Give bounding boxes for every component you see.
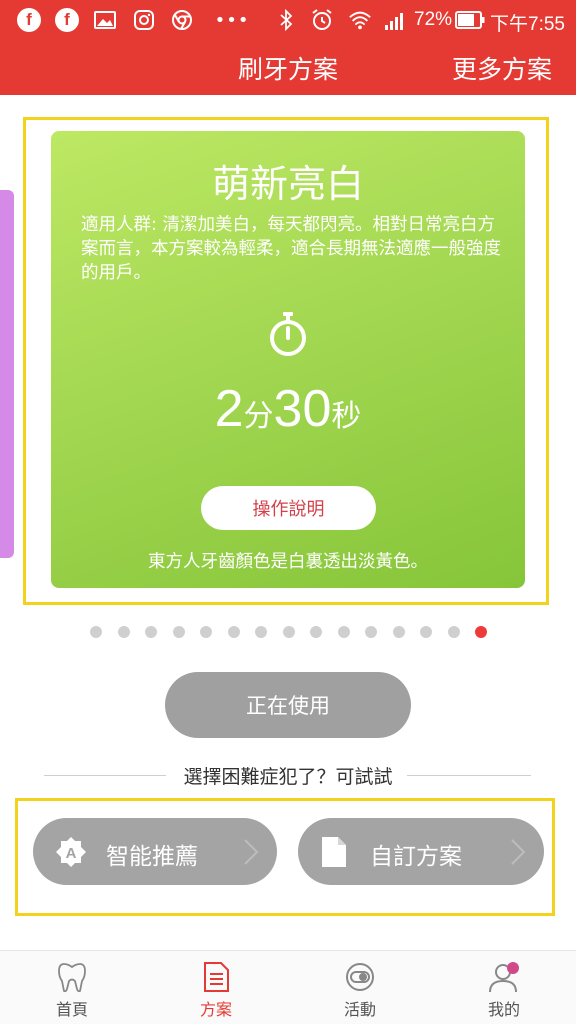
bottom-tab-bar: 首頁 方案 活動 我的 bbox=[0, 950, 576, 1024]
tab-home-label: 首頁 bbox=[55, 1000, 88, 1019]
instructions-button[interactable]: 操作說明 bbox=[201, 486, 376, 530]
plan-doc-icon bbox=[204, 962, 229, 992]
smart-badge-icon: A bbox=[55, 836, 87, 868]
instagram-icon bbox=[132, 8, 156, 32]
plan-title: 萌新亮白 bbox=[211, 162, 364, 206]
in-use-button[interactable]: 正在使用 bbox=[165, 672, 411, 738]
pager-dot[interactable] bbox=[90, 626, 102, 638]
plan-description: 適用人群: 清潔加美白，每天都閃亮。相對日常亮白方案而言，本方案較為輕柔，適合長… bbox=[81, 215, 501, 283]
plan-card[interactable]: 萌新亮白 適用人群: 清潔加美白，每天都閃亮。相對日常亮白方案而言，本方案較為輕… bbox=[51, 131, 525, 588]
status-bar: f f ••• 72% 下午7:55 bbox=[0, 0, 576, 40]
tab-home[interactable]: 首頁 bbox=[0, 951, 144, 1024]
pager-dot[interactable] bbox=[227, 626, 240, 638]
seconds-unit: 秒 bbox=[331, 400, 362, 433]
document-icon bbox=[320, 835, 348, 869]
pager-dot[interactable] bbox=[365, 626, 377, 638]
bluetooth-icon bbox=[274, 8, 298, 32]
more-plans-button[interactable]: 更多方案 bbox=[452, 50, 552, 86]
pager-dot[interactable] bbox=[117, 626, 130, 638]
pager-dot[interactable] bbox=[310, 626, 322, 638]
facebook-icon: f bbox=[55, 8, 79, 32]
custom-plan-label: 自訂方案 bbox=[370, 844, 462, 870]
minutes-unit: 分 bbox=[243, 400, 274, 433]
signal-icon bbox=[384, 8, 408, 32]
pager-dot[interactable] bbox=[337, 626, 350, 638]
battery-percent: 72% bbox=[414, 9, 453, 30]
pager-dot[interactable] bbox=[145, 626, 157, 638]
facebook-icon: f bbox=[17, 8, 41, 32]
alarm-icon bbox=[310, 8, 334, 32]
more-dots-icon: ••• bbox=[214, 9, 250, 31]
hint-text: 選擇困難症犯了？可試試 bbox=[183, 766, 393, 788]
stopwatch-icon bbox=[268, 311, 308, 357]
smart-recommend-label: 智能推薦 bbox=[106, 844, 198, 870]
wifi-icon bbox=[348, 8, 372, 32]
image-icon bbox=[93, 8, 117, 32]
clock: 下午7:55 bbox=[490, 14, 565, 35]
tab-profile-label: 我的 bbox=[487, 1000, 520, 1019]
pager-dot[interactable] bbox=[255, 626, 267, 638]
toggle-icon bbox=[346, 963, 374, 991]
chevron-right-icon bbox=[511, 839, 526, 865]
pager-dot[interactable] bbox=[172, 626, 185, 638]
user-icon bbox=[489, 962, 519, 993]
pager-dot[interactable] bbox=[420, 626, 432, 638]
battery-icon bbox=[454, 8, 486, 32]
pager-dot[interactable] bbox=[282, 626, 295, 638]
chevron-right-icon bbox=[244, 839, 259, 865]
tab-plan[interactable]: 方案 bbox=[144, 951, 288, 1024]
tab-profile[interactable]: 我的 bbox=[432, 951, 576, 1024]
tab-activity-label: 活動 bbox=[343, 1000, 376, 1019]
carousel-pager[interactable] bbox=[90, 626, 487, 638]
plan-note: 東方人牙齒顏色是白裏透出淡黃色。 bbox=[148, 552, 428, 572]
tab-activity[interactable]: 活動 bbox=[288, 951, 432, 1024]
pager-dot[interactable] bbox=[200, 626, 212, 638]
previous-plan-card[interactable] bbox=[0, 190, 14, 558]
pager-dot[interactable] bbox=[447, 626, 460, 638]
chrome-icon bbox=[170, 8, 194, 32]
svg-text:A: A bbox=[66, 845, 77, 862]
app-header: f f ••• 72% 下午7:55 刷牙方案 更多方案 bbox=[0, 0, 576, 95]
duration-minutes: 2 bbox=[214, 380, 244, 438]
pager-dot[interactable] bbox=[392, 626, 405, 638]
plan-duration: 2分30秒 bbox=[51, 379, 525, 439]
custom-plan-button[interactable]: 自訂方案 bbox=[298, 818, 544, 885]
smart-recommend-button[interactable]: A 智能推薦 bbox=[33, 818, 277, 885]
tooth-icon bbox=[58, 963, 86, 993]
pager-dot[interactable] bbox=[475, 626, 487, 638]
duration-seconds: 30 bbox=[273, 380, 332, 438]
tab-plan-label: 方案 bbox=[199, 1000, 232, 1019]
